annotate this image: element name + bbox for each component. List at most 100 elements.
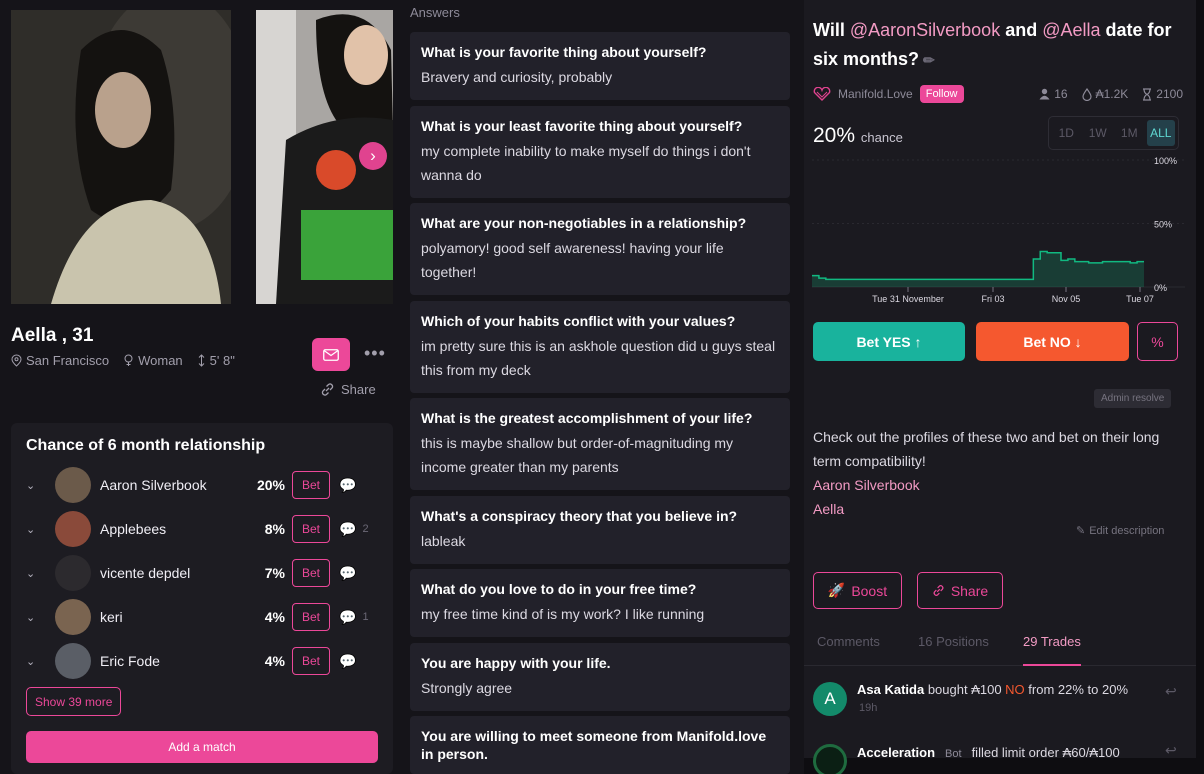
answer-text: im pretty sure this is an askhole questi… xyxy=(421,338,776,378)
creator-name[interactable]: Manifold.Love xyxy=(838,87,913,101)
range-1m[interactable]: 1M xyxy=(1115,120,1144,146)
answer-card: What's a conspiracy theory that you beli… xyxy=(410,496,790,564)
relationship-card: Chance of 6 month relationship ⌄ Aaron Si… xyxy=(11,423,393,774)
profile-photo-main[interactable] xyxy=(11,10,231,304)
comment-icon[interactable]: 💬 xyxy=(339,477,362,494)
match-bet-button[interactable]: Bet xyxy=(292,559,330,587)
chevron-down-icon[interactable]: ⌄ xyxy=(26,567,42,580)
match-chance: 4% xyxy=(264,609,285,625)
profile-column: › Aella , 31 San Francisco Woman 5' 8" •… xyxy=(0,0,400,774)
comment-count: 1 xyxy=(362,611,369,623)
chevron-down-icon[interactable]: ⌄ xyxy=(26,523,42,536)
trade-time: 19h xyxy=(859,702,878,714)
admin-resolve-button[interactable]: Admin resolve xyxy=(1094,389,1172,408)
comment-icon[interactable]: 💬 xyxy=(339,565,362,582)
mail-icon xyxy=(323,348,339,361)
profile-name-text: Aella xyxy=(11,325,57,346)
chart-y-label: 50% xyxy=(1154,220,1172,230)
bet-yes-button[interactable]: Bet YES ↑ xyxy=(813,322,965,361)
match-name[interactable]: Applebees xyxy=(100,521,245,537)
answer-card: What do you love to do in your free time… xyxy=(410,569,790,637)
profile-height: 5' 8" xyxy=(197,353,235,368)
chance-value: 20% xyxy=(813,124,856,147)
answer-text: Strongly agree xyxy=(421,680,513,696)
boost-button[interactable]: 🚀 Boost xyxy=(813,572,902,609)
tab-comments[interactable]: Comments xyxy=(817,634,880,666)
page: › Aella , 31 San Francisco Woman 5' 8" •… xyxy=(0,0,1204,774)
next-photo-button[interactable]: › xyxy=(359,142,387,170)
profile-share-button[interactable]: Share xyxy=(320,382,376,397)
pencil-icon: ✎ xyxy=(1076,525,1086,537)
traders-stat[interactable]: 16 xyxy=(1039,87,1068,101)
question-text: What's a conspiracy theory that you beli… xyxy=(421,508,738,524)
comment-icon[interactable]: 💬 1 xyxy=(339,609,369,626)
range-1w[interactable]: 1W xyxy=(1084,120,1113,146)
trade-detail: from 22% to 20% xyxy=(1024,682,1128,697)
probability-chart[interactable]: 100% 50% 0% Tue 31 November Fri 03 Nov 05 Tue … xyxy=(810,152,1190,308)
match-bet-button[interactable]: Bet xyxy=(292,603,330,631)
trade-outcome: NO xyxy=(1005,682,1025,697)
range-1d[interactable]: 1D xyxy=(1052,120,1081,146)
tab-16-positions[interactable]: 16 Positions xyxy=(918,634,989,666)
tab-29-trades[interactable]: 29 Trades xyxy=(1023,634,1081,666)
match-bet-button[interactable]: Bet xyxy=(292,515,330,543)
match-name[interactable]: vicente depdel xyxy=(100,565,245,581)
bet-no-button[interactable]: Bet NO ↓ xyxy=(976,322,1129,361)
match-bet-button[interactable]: Bet xyxy=(292,647,330,675)
edit-description-button[interactable]: ✎ Edit description xyxy=(1076,524,1164,538)
reply-icon[interactable]: ↩ xyxy=(1165,742,1177,759)
chart-area xyxy=(812,251,1144,287)
trade-user[interactable]: Asa Katida xyxy=(857,682,924,697)
avatar[interactable] xyxy=(55,599,91,635)
question-text: You are willing to meet someone from Man… xyxy=(421,728,767,762)
mention-aaron[interactable]: @AaronSilverbook xyxy=(850,20,1000,40)
question-text: You are happy with your life. xyxy=(421,655,611,671)
question-text: What is your favorite thing about yourse… xyxy=(421,44,707,60)
comment-icon[interactable]: 💬 2 xyxy=(339,521,369,538)
match-chance: 7% xyxy=(264,565,285,581)
hourglass-icon xyxy=(1143,87,1152,101)
percent-bet-button[interactable]: % xyxy=(1137,322,1178,361)
answer-text: my complete inability to make myself do … xyxy=(421,143,751,183)
question-text: Which of your habits conflict with your … xyxy=(421,313,736,329)
comment-icon[interactable]: 💬 xyxy=(339,653,362,670)
show-more-button[interactable]: Show 39 more xyxy=(26,687,122,716)
trade-action: bought ₳100 xyxy=(924,682,1006,697)
avatar[interactable] xyxy=(55,643,91,679)
mention-aella[interactable]: @Aella xyxy=(1042,20,1100,40)
trade-user[interactable]: Acceleration xyxy=(857,745,935,760)
reply-icon[interactable]: ↩ xyxy=(1165,683,1177,700)
volume-stat[interactable]: ₳1.2K xyxy=(1081,87,1128,101)
avatar[interactable]: A xyxy=(813,682,847,716)
avatar[interactable] xyxy=(55,511,91,547)
market-share-button[interactable]: Share xyxy=(917,572,1003,609)
match-row: ⌄ keri 4% Bet 💬 1 xyxy=(26,595,381,639)
match-name[interactable]: Eric Fode xyxy=(100,653,245,669)
profile-name: Aella , 31 xyxy=(11,325,94,346)
match-row: ⌄ vicente depdel 7% Bet 💬 xyxy=(26,551,381,595)
chevron-down-icon[interactable]: ⌄ xyxy=(26,611,42,624)
trade-text: Asa Katida bought ₳100 NO from 22% to 20… xyxy=(857,682,1128,697)
profile-link-aaron[interactable]: Aaron Silverbook xyxy=(813,473,1183,497)
avatar[interactable] xyxy=(55,555,91,591)
avatar[interactable] xyxy=(813,744,847,774)
more-options-button[interactable]: ••• xyxy=(364,343,386,364)
answer-card: What are your non-negotiables in a relat… xyxy=(410,203,790,295)
edit-title-pencil-icon[interactable]: ✏ xyxy=(923,52,935,68)
chevron-down-icon[interactable]: ⌄ xyxy=(26,479,42,492)
message-button[interactable] xyxy=(312,338,350,371)
liquidity-stat[interactable]: 2100 xyxy=(1142,87,1183,101)
answer-card: You are willing to meet someone from Man… xyxy=(410,716,790,774)
chevron-down-icon[interactable]: ⌄ xyxy=(26,655,42,668)
follow-button[interactable]: Follow xyxy=(919,85,964,103)
avatar[interactable] xyxy=(55,467,91,503)
match-name[interactable]: keri xyxy=(100,609,245,625)
range-all[interactable]: ALL xyxy=(1146,120,1175,146)
match-name[interactable]: Aaron Silverbook xyxy=(100,477,245,493)
match-bet-button[interactable]: Bet xyxy=(292,471,330,499)
answer-text: polyamory! good self awareness! having y… xyxy=(421,240,724,280)
profile-link-aella[interactable]: Aella xyxy=(813,497,1183,521)
description-text: Check out the profiles of these two and … xyxy=(813,429,1160,469)
add-match-button[interactable]: Add a match xyxy=(26,731,378,763)
answer-text: this is maybe shallow but order-of-magni… xyxy=(421,435,734,475)
